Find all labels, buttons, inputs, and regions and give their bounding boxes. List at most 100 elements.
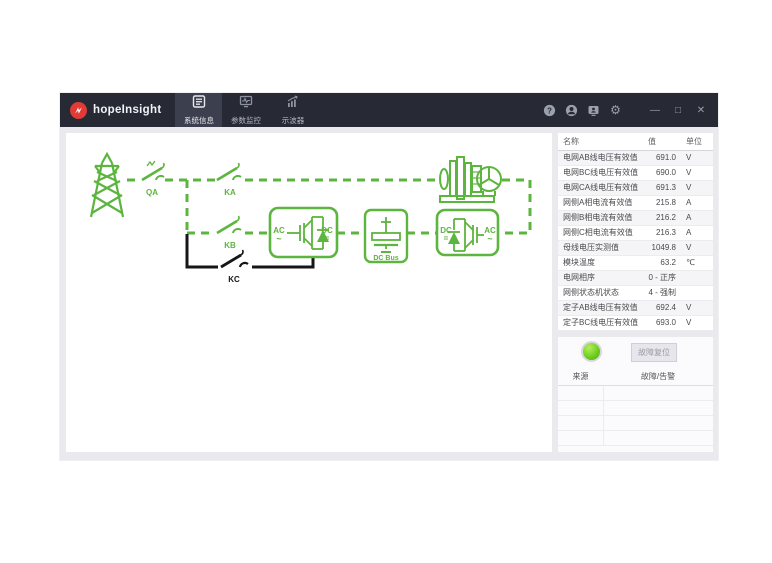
value-cell-name: 电网BC线电压有效值 [558, 165, 644, 180]
switch-qa-label: QA [146, 188, 158, 197]
col-value: 值 [644, 133, 678, 150]
converter-acdc: AC ~ DC = [270, 208, 337, 257]
value-cell-name: 母线电压实测值 [558, 240, 644, 255]
right-panel: 名称 值 单位 电网AB线电压有效值691.0V电网BC线电压有效值690.0V… [558, 133, 713, 452]
value-row: 母线电压实测值1049.8V [558, 240, 713, 255]
value-cell-unit: V [678, 150, 713, 165]
switch-qa [142, 161, 164, 180]
status-lamp [581, 341, 602, 362]
col-unit: 单位 [678, 133, 713, 150]
switch-kb [217, 216, 241, 233]
switch-ka [217, 163, 241, 180]
fault-cell [603, 385, 713, 400]
value-cell-name: 电网CA线电压有效值 [558, 180, 644, 195]
fault-header-row: 来源 故障/告警 [558, 369, 713, 385]
value-row: 模块温度63.2℃ [558, 255, 713, 270]
brand-icon [70, 102, 87, 119]
value-cell-unit [678, 270, 713, 285]
switch-kc-label: KC [228, 275, 240, 284]
value-cell-name: 网侧状态机状态 [558, 285, 644, 300]
value-row: 网侧A相电流有效值215.8A [558, 195, 713, 210]
grid-tower-icon [91, 154, 123, 217]
remote-monitor-icon[interactable] [587, 104, 600, 117]
value-row: 电网CA线电压有效值691.3V [558, 180, 713, 195]
parameter-monitor-icon [239, 95, 253, 113]
value-cell-name: 定子AB线电压有效值 [558, 300, 644, 315]
capacitor-symbol [372, 217, 400, 252]
fault-cell [558, 430, 603, 445]
fault-cell [558, 400, 603, 415]
switch-ka-label: KA [224, 188, 236, 197]
value-cell-unit: V [678, 315, 713, 330]
value-cell-name: 电网相序 [558, 270, 644, 285]
value-cell-value: 691.3 [644, 180, 678, 195]
value-cell-name: 网侧A相电流有效值 [558, 195, 644, 210]
value-row: 电网BC线电压有效值690.0V [558, 165, 713, 180]
circuit-canvas: QA KA KB [66, 133, 552, 452]
app-logo: hopeInsight [60, 93, 175, 127]
fault-panel: 故障复位 来源 故障/告警 [558, 337, 713, 452]
oscilloscope-icon [286, 95, 300, 113]
minimize-button[interactable]: — [648, 105, 662, 116]
fault-cell [558, 415, 603, 430]
igbt-symbol [448, 219, 484, 251]
value-cell-value: 0 - 正序 [644, 270, 678, 285]
fault-cell [603, 400, 713, 415]
col-source: 来源 [558, 369, 603, 385]
values-table-body: 电网AB线电压有效值691.0V电网BC线电压有效值690.0V电网CA线电压有… [558, 150, 713, 330]
fault-table: 来源 故障/告警 [558, 369, 713, 446]
value-row: 网侧C相电流有效值216.3A [558, 225, 713, 240]
fault-table-body [558, 385, 713, 445]
tab-parameter-monitor[interactable]: 参数监控 [222, 93, 269, 127]
content-area: QA KA KB [60, 127, 718, 460]
close-button[interactable]: ✕ [694, 105, 708, 116]
value-cell-unit: A [678, 210, 713, 225]
fault-reset-button[interactable]: 故障复位 [631, 343, 677, 362]
app-title: hopeInsight [93, 104, 161, 116]
svg-text:?: ? [547, 106, 552, 115]
fault-row [558, 385, 713, 400]
switch-kc [221, 250, 248, 267]
value-cell-name: 模块温度 [558, 255, 644, 270]
value-cell-unit: A [678, 195, 713, 210]
value-cell-value: 690.0 [644, 165, 678, 180]
value-cell-unit [678, 285, 713, 300]
tab-label: 参数监控 [231, 115, 261, 126]
value-cell-value: 216.2 [644, 210, 678, 225]
app-window: hopeInsight 系统信息 参数监控 [60, 93, 718, 460]
value-cell-unit: V [678, 300, 713, 315]
tab-system-info[interactable]: 系统信息 [175, 93, 222, 127]
system-info-icon [192, 95, 206, 113]
value-row: 网侧状态机状态4 - 强制 [558, 285, 713, 300]
value-row: 定子AB线电压有效值692.4V [558, 300, 713, 315]
value-cell-name: 电网AB线电压有效值 [558, 150, 644, 165]
col-name: 名称 [558, 133, 644, 150]
value-cell-name: 网侧C相电流有效值 [558, 225, 644, 240]
value-cell-name: 网侧B相电流有效值 [558, 210, 644, 225]
value-cell-value: 4 - 强制 [644, 285, 678, 300]
tab-oscilloscope[interactable]: 示波器 [269, 93, 316, 127]
value-cell-value: 215.8 [644, 195, 678, 210]
tab-label: 系统信息 [184, 115, 214, 126]
value-cell-name: 定子BC线电压有效值 [558, 315, 644, 330]
value-cell-unit: V [678, 240, 713, 255]
ac-wave-symbol: ~ [487, 234, 492, 244]
maximize-button[interactable]: □ [671, 105, 685, 116]
value-row: 网侧B相电流有效值216.2A [558, 210, 713, 225]
fault-cell [558, 385, 603, 400]
dc-bus: DC Bus [365, 210, 407, 262]
fault-row [558, 415, 713, 430]
tab-label: 示波器 [282, 115, 305, 126]
value-cell-value: 691.0 [644, 150, 678, 165]
value-cell-unit: V [678, 165, 713, 180]
switch-kb-label: KB [224, 241, 236, 250]
dc-eq-symbol: = [444, 234, 449, 243]
value-cell-value: 693.0 [644, 315, 678, 330]
converter-dcac: DC = AC ~ [437, 210, 498, 255]
dc-bus-label: DC Bus [373, 255, 398, 262]
help-icon[interactable]: ? [543, 104, 556, 117]
user-icon[interactable] [565, 104, 578, 117]
igbt-symbol [287, 217, 329, 249]
fault-row [558, 400, 713, 415]
settings-gear-icon[interactable]: ⚙ [609, 104, 622, 117]
